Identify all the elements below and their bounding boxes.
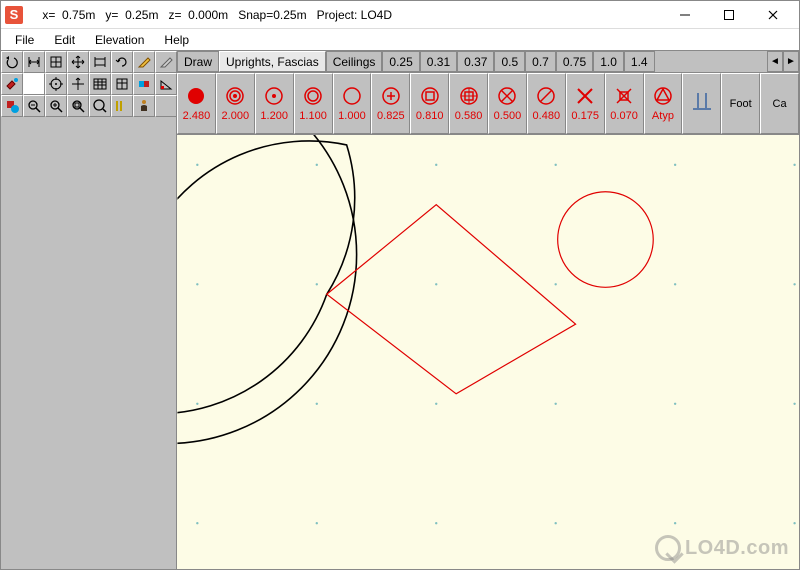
person-icon[interactable] [133, 95, 155, 117]
table-icon[interactable] [89, 73, 111, 95]
tab-14[interactable]: 1.4 [624, 51, 655, 72]
tab-025[interactable]: 0.25 [382, 51, 419, 72]
tab-10[interactable]: 1.0 [593, 51, 624, 72]
upright-0580[interactable]: 0.580 [449, 73, 488, 134]
y-label: y= [105, 8, 118, 22]
workspace: Draw Uprights, Fascias Ceilings 0.25 0.3… [1, 51, 799, 569]
watermark: LO4D.com [655, 535, 789, 561]
menu-file[interactable]: File [5, 31, 44, 49]
height-icon[interactable] [111, 73, 133, 95]
paint-icon[interactable] [1, 73, 23, 95]
snap-value: 0.25m [273, 8, 306, 22]
upright-1200[interactable]: 1.200 [255, 73, 294, 134]
tab-05[interactable]: 0.5 [494, 51, 525, 72]
app-icon: S [5, 6, 23, 24]
main-area: Draw Uprights, Fascias Ceilings 0.25 0.3… [177, 51, 799, 569]
color-swatch[interactable] [23, 73, 45, 95]
line-icon[interactable] [111, 95, 133, 117]
project-label: Project: [317, 8, 358, 22]
close-button[interactable] [751, 1, 795, 29]
upright-2000[interactable]: 2.000 [216, 73, 255, 134]
titlebar: S x= 0.75m y= 0.25m z= 0.000m Snap=0.25m… [1, 1, 799, 29]
ruler-icon[interactable] [89, 51, 111, 73]
tab-075[interactable]: 0.75 [556, 51, 593, 72]
watermark-icon [655, 535, 681, 561]
move-icon[interactable] [67, 51, 89, 73]
tab-ceilings[interactable]: Ceilings [326, 51, 383, 72]
tab-031[interactable]: 0.31 [420, 51, 457, 72]
tab-row: Draw Uprights, Fascias Ceilings 0.25 0.3… [177, 51, 799, 73]
menu-edit[interactable]: Edit [44, 31, 85, 49]
target-icon[interactable] [45, 73, 67, 95]
gradient-icon[interactable] [133, 73, 155, 95]
upright-2480[interactable]: 2.480 [177, 73, 216, 134]
pencil-icon[interactable] [133, 51, 155, 73]
tab-07[interactable]: 0.7 [525, 51, 556, 72]
upright-ca[interactable]: Ca [760, 73, 799, 134]
upright-0480[interactable]: 0.480 [527, 73, 566, 134]
magnify-icon[interactable] [89, 95, 111, 117]
blank-tool[interactable] [155, 95, 177, 117]
upright-double-line[interactable] [682, 73, 721, 134]
upright-0070[interactable]: 0.070 [605, 73, 644, 134]
undo-icon[interactable] [1, 51, 23, 73]
watermark-text: LO4D.com [685, 537, 789, 560]
tab-draw[interactable]: Draw [177, 51, 219, 72]
upright-1100[interactable]: 1.100 [294, 73, 333, 134]
menu-elevation[interactable]: Elevation [85, 31, 154, 49]
menu-help[interactable]: Help [154, 31, 199, 49]
x-value: 0.75m [62, 8, 95, 22]
maximize-button[interactable] [707, 1, 751, 29]
eraser-icon[interactable] [155, 51, 177, 73]
shape-icon[interactable] [1, 95, 23, 117]
dimension-icon[interactable] [23, 51, 45, 73]
grid-icon[interactable] [45, 51, 67, 73]
upright-atyp[interactable]: Atyp [644, 73, 683, 134]
z-label: z= [168, 8, 181, 22]
angle-icon[interactable] [155, 73, 177, 95]
upright-foot[interactable]: Foot [721, 73, 760, 134]
drawing-canvas[interactable] [177, 135, 799, 569]
tab-uprights[interactable]: Uprights, Fascias [219, 51, 326, 72]
zoom-fit-icon[interactable] [67, 95, 89, 117]
align-icon[interactable] [67, 73, 89, 95]
zoom-out-icon[interactable] [23, 95, 45, 117]
upright-0500[interactable]: 0.500 [488, 73, 527, 134]
z-value: 0.000m [188, 8, 228, 22]
minimize-button[interactable] [663, 1, 707, 29]
upright-0175[interactable]: 0.175 [566, 73, 605, 134]
upright-0825[interactable]: 0.825 [371, 73, 410, 134]
tab-037[interactable]: 0.37 [457, 51, 494, 72]
tool-palette [1, 51, 177, 569]
upright-1000[interactable]: 1.000 [333, 73, 372, 134]
project-value: LO4D [361, 8, 392, 22]
tab-scroll-right[interactable]: ► [783, 51, 799, 72]
menubar: File Edit Elevation Help [1, 29, 799, 51]
uprights-toolbar: 2.480 2.000 1.200 1.100 1.000 0.825 0.81… [177, 73, 799, 135]
tab-scroll-left[interactable]: ◄ [767, 51, 783, 72]
rotate-icon[interactable] [111, 51, 133, 73]
snap-label: Snap= [238, 8, 273, 22]
x-label: x= [42, 8, 55, 22]
upright-0810[interactable]: 0.810 [410, 73, 449, 134]
y-value: 0.25m [125, 8, 158, 22]
zoom-in-icon[interactable] [45, 95, 67, 117]
